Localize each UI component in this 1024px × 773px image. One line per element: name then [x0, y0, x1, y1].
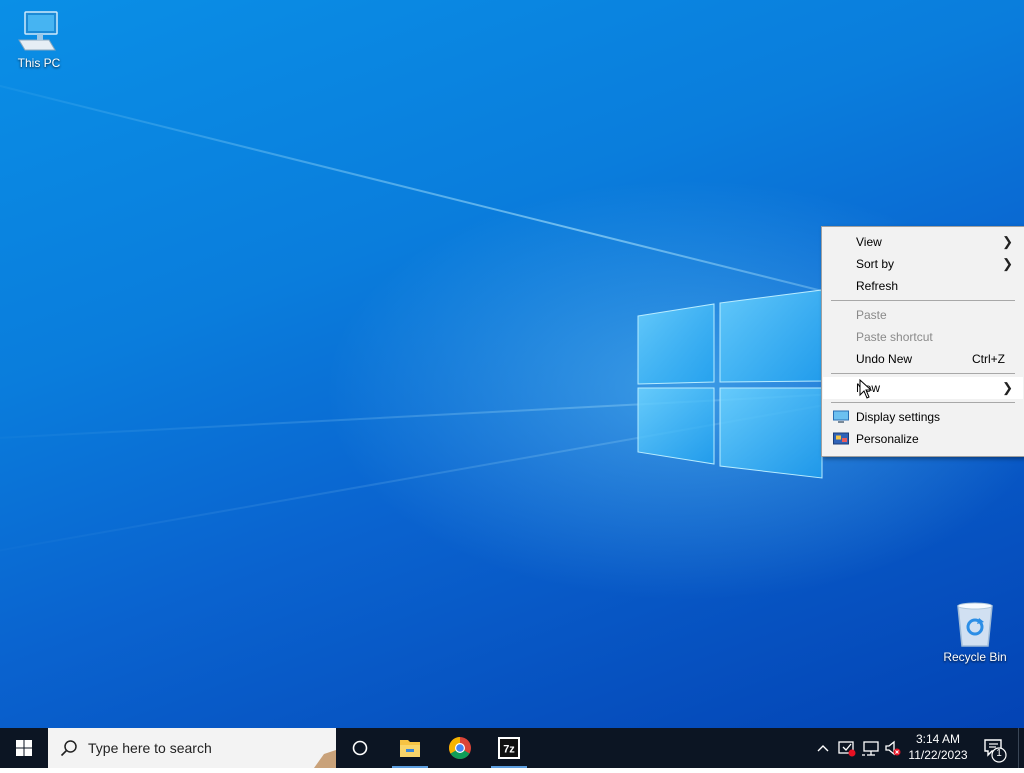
menu-item-sort-by[interactable]: Sort by ❯ — [823, 253, 1023, 275]
windows-logo-wallpaper — [637, 289, 823, 479]
security-warning-icon[interactable] — [838, 739, 856, 757]
mouse-cursor-icon — [859, 379, 873, 399]
menu-item-new[interactable]: New ❯ — [823, 377, 1023, 399]
menu-item-paste-shortcut[interactable]: Paste shortcut — [823, 326, 1023, 348]
menu-item-view[interactable]: View ❯ — [823, 231, 1023, 253]
taskbar-file-explorer[interactable] — [386, 728, 434, 768]
menu-item-label: View — [856, 235, 882, 249]
show-hidden-icons-chevron-icon[interactable] — [816, 739, 830, 757]
show-desktop-button[interactable] — [1018, 728, 1024, 768]
menu-separator — [831, 300, 1015, 301]
search-placeholder: Type here to search — [88, 740, 212, 756]
action-center-button[interactable]: 1 — [980, 728, 1010, 768]
taskbar-search-box[interactable]: Type here to search — [48, 728, 336, 768]
taskbar-chrome[interactable] — [436, 728, 484, 768]
chevron-right-icon: ❯ — [1002, 234, 1013, 249]
network-icon[interactable] — [862, 739, 880, 757]
task-view-icon — [352, 740, 368, 756]
desktop-icon-this-pc[interactable]: This PC — [1, 8, 77, 70]
desktop-icon-recycle-bin[interactable]: Recycle Bin — [937, 600, 1013, 664]
menu-item-undo-new[interactable]: Undo New Ctrl+Z — [823, 348, 1023, 370]
notification-count: 1 — [996, 748, 1002, 759]
start-button[interactable] — [0, 728, 48, 768]
desktop-context-menu: View ❯ Sort by ❯ Refresh Paste Paste sho… — [821, 226, 1024, 457]
display-icon — [833, 410, 849, 423]
computer-icon — [18, 11, 58, 51]
taskbar-7zip[interactable]: 7z — [485, 728, 533, 768]
menu-item-personalize[interactable]: Personalize — [823, 428, 1023, 450]
menu-item-label: Sort by — [856, 257, 895, 271]
menu-item-label: Paste shortcut — [856, 330, 933, 344]
menu-item-shortcut: Ctrl+Z — [972, 352, 1005, 366]
menu-item-label: Undo New — [856, 352, 913, 366]
taskbar: Type here to search 7z 3:14 AM 11/22/202… — [0, 728, 1024, 768]
desktop-icon-label: This PC — [17, 56, 61, 70]
task-view-button[interactable] — [336, 728, 384, 768]
recycle-bin-icon — [957, 602, 993, 647]
menu-item-label: Paste — [856, 308, 887, 322]
menu-separator — [831, 373, 1015, 374]
search-icon — [60, 740, 77, 757]
chevron-right-icon: ❯ — [1002, 380, 1013, 395]
menu-item-label: Personalize — [856, 432, 919, 446]
search-highlight-illustration — [310, 728, 336, 768]
7zip-icon: 7z — [498, 737, 520, 759]
taskbar-clock[interactable]: 3:14 AM 11/22/2023 — [900, 731, 976, 763]
menu-item-paste[interactable]: Paste — [823, 304, 1023, 326]
menu-item-label: Display settings — [856, 410, 941, 424]
chevron-right-icon: ❯ — [1002, 256, 1013, 271]
menu-item-label: Refresh — [856, 279, 899, 293]
menu-item-display-settings[interactable]: Display settings — [823, 406, 1023, 428]
clock-date: 11/22/2023 — [908, 748, 968, 762]
desktop[interactable]: This PC Recycle Bin View ❯ Sort by ❯ Ref… — [0, 0, 1024, 728]
svg-text:7z: 7z — [503, 744, 515, 756]
menu-separator — [831, 402, 1015, 403]
personalize-icon — [833, 432, 849, 445]
desktop-icon-label: Recycle Bin — [943, 650, 1007, 664]
chrome-icon — [449, 737, 471, 759]
file-explorer-icon — [400, 740, 420, 757]
clock-time: 3:14 AM — [915, 732, 961, 746]
windows-start-icon — [16, 740, 32, 756]
menu-item-refresh[interactable]: Refresh — [823, 275, 1023, 297]
